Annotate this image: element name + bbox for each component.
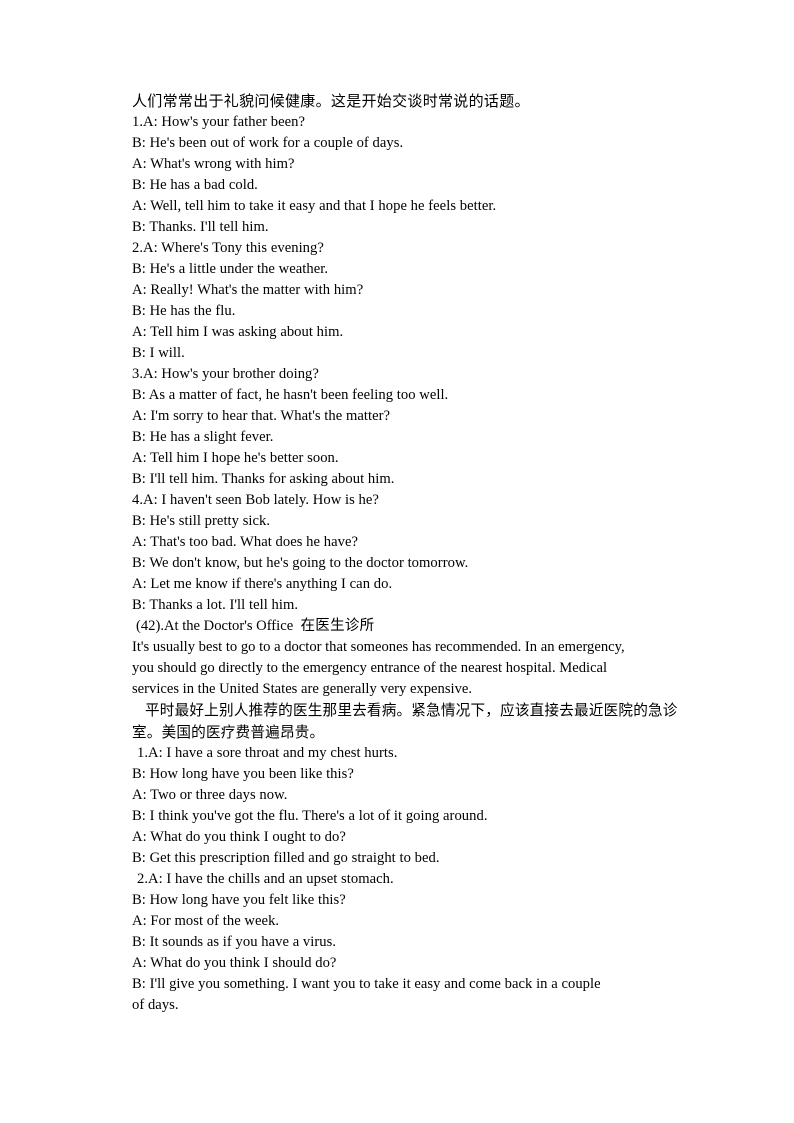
dialogue-line: B: He's a little under the weather.	[132, 261, 329, 277]
document-body: 人们常常出于礼貌问候健康。这是开始交谈时常说的话题。 1.A: How's yo…	[132, 90, 682, 1016]
dialogue-line: B: Thanks. I'll tell him.	[132, 219, 269, 235]
dialogue-line: B: He's still pretty sick.	[132, 513, 271, 529]
dialogue-line: B: As a matter of fact, he hasn't been f…	[132, 387, 449, 403]
dialogue-line: B: Thanks a lot. I'll tell him.	[132, 597, 299, 613]
dialogue-line: 1.A: How's your father been?	[132, 114, 306, 130]
document-page: 人们常常出于礼貌问候健康。这是开始交谈时常说的话题。 1.A: How's yo…	[0, 0, 794, 1123]
dialogue-line: A: What do you think I ought to do?	[132, 829, 346, 845]
dialogue-line: A: What do you think I should do?	[132, 955, 337, 971]
dialogue-line: A: What's wrong with him?	[132, 156, 295, 172]
dialogue-line: A: That's too bad. What does he have?	[132, 534, 359, 550]
dialogue-block-doctor: 1.A: I have a sore throat and my chest h…	[132, 743, 682, 1016]
dialogue-line: 3.A: How's your brother doing?	[132, 366, 319, 382]
dialogue-line: B: He's been out of work for a couple of…	[132, 135, 404, 151]
dialogue-line: A: Well, tell him to take it easy and th…	[132, 198, 497, 214]
dialogue-line: 4.A: I haven't seen Bob lately. How is h…	[132, 492, 379, 508]
dialogue-line: A: Two or three days now.	[132, 787, 288, 803]
dialogue-line: 2.A: Where's Tony this evening?	[132, 240, 324, 256]
dialogue-line: A: Really! What's the matter with him?	[132, 282, 364, 298]
dialogue-line: B: Get this prescription filled and go s…	[132, 850, 440, 866]
section-heading: (42).At the Doctor's Office 在医生诊所	[132, 616, 682, 637]
dialogue-line: 1.A: I have a sore throat and my chest h…	[137, 745, 398, 761]
dialogue-line: A: Tell him I hope he's better soon.	[132, 450, 339, 466]
dialogue-block-greetings: 1.A: How's your father been? B: He's bee…	[132, 112, 682, 616]
dialogue-line: A: For most of the week.	[132, 913, 280, 929]
dialogue-line: A: Tell him I was asking about him.	[132, 324, 344, 340]
dialogue-line: B: I think you've got the flu. There's a…	[132, 808, 488, 824]
dialogue-line: A: Let me know if there's anything I can…	[132, 576, 393, 592]
section-paragraph-chinese: 平时最好上别人推荐的医生那里去看病。紧急情况下，应该直接去最近医院的急诊室。美国…	[132, 702, 678, 741]
dialogue-line: B: I will.	[132, 345, 185, 361]
dialogue-line: 2.A: I have the chills and an upset stom…	[137, 871, 394, 887]
dialogue-line: B: He has a bad cold.	[132, 177, 258, 193]
dialogue-line: A: I'm sorry to hear that. What's the ma…	[132, 408, 391, 424]
dialogue-line-wrapped: B: I'll give you something. I want you t…	[132, 976, 605, 1013]
dialogue-line: B: He has a slight fever.	[132, 429, 274, 445]
dialogue-line: B: It sounds as if you have a virus.	[132, 934, 337, 950]
dialogue-line: B: How long have you been like this?	[132, 766, 354, 782]
dialogue-line: B: He has the flu.	[132, 303, 236, 319]
section-heading-chinese: 在医生诊所	[300, 618, 375, 634]
section-heading-english: (42).At the Doctor's Office	[136, 618, 294, 634]
dialogue-line: B: How long have you felt like this?	[132, 892, 346, 908]
intro-chinese-line: 人们常常出于礼貌问候健康。这是开始交谈时常说的话题。	[132, 92, 530, 110]
dialogue-line: B: We don't know, but he's going to the …	[132, 555, 469, 571]
dialogue-line: B: I'll tell him. Thanks for asking abou…	[132, 471, 395, 487]
section-paragraph-english: It's usually best to go to a doctor that…	[132, 639, 625, 697]
